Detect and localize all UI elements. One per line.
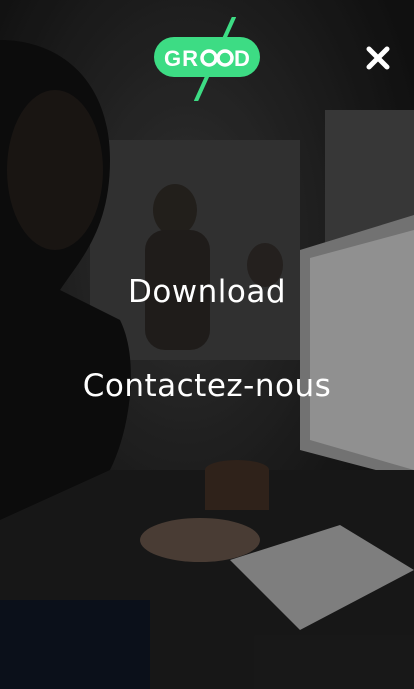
close-button[interactable] xyxy=(360,40,396,76)
menu-item-contact[interactable]: Contactez-nous xyxy=(83,364,332,408)
menu-item-download[interactable]: Download xyxy=(128,270,286,314)
main-menu: Download Contactez-nous xyxy=(0,270,414,408)
svg-text:GR: GR xyxy=(164,46,199,71)
grood-logo[interactable]: GR D xyxy=(154,15,260,103)
close-icon xyxy=(366,46,390,70)
svg-text:D: D xyxy=(234,46,250,71)
